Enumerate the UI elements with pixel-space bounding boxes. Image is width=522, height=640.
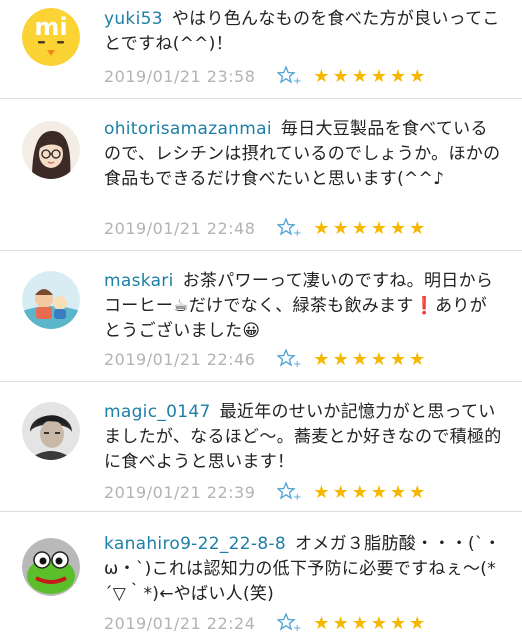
star-icon: ★ bbox=[313, 217, 333, 239]
star-icon: ★ bbox=[389, 612, 410, 634]
comment-meta: 2019/01/21 22:39 + ★★★★★★ bbox=[104, 480, 428, 504]
star-icon: ★ bbox=[332, 348, 352, 370]
username-link[interactable]: yuki53 bbox=[104, 9, 163, 29]
star-icon: ★ bbox=[389, 65, 410, 87]
star-rating: ★★★★★★ bbox=[313, 482, 428, 503]
star-icon: ★ bbox=[351, 481, 371, 503]
add-star-icon[interactable]: + bbox=[276, 612, 302, 634]
comment-meta: 2019/01/21 23:58 + ★★★★★★ bbox=[104, 64, 428, 88]
star-icon: ★ bbox=[313, 612, 333, 634]
comment-item: mi yuki53 やはり色んなものを食べた方が良いってことですね(^^)！ 20… bbox=[0, 0, 522, 99]
comment-text-block: yuki53 やはり色んなものを食べた方が良いってことですね(^^)！ bbox=[104, 7, 504, 57]
username-link[interactable]: kanahiro9-22_22-8-8 bbox=[104, 534, 286, 554]
star-icon: ★ bbox=[409, 348, 429, 370]
star-icon: ★ bbox=[409, 612, 429, 634]
add-star-icon[interactable]: + bbox=[276, 481, 302, 503]
svg-text:+: + bbox=[293, 623, 301, 633]
comment-meta: 2019/01/21 22:46 + ★★★★★★ bbox=[104, 347, 428, 371]
photo-person-avatar-icon[interactable] bbox=[22, 402, 80, 460]
mi-bird-avatar-icon[interactable]: mi bbox=[22, 8, 80, 66]
svg-text:+: + bbox=[293, 359, 301, 369]
add-star-icon[interactable]: + bbox=[276, 65, 302, 87]
add-star-icon[interactable]: + bbox=[276, 348, 302, 370]
star-icon: ★ bbox=[389, 481, 410, 503]
green-character-avatar-icon[interactable] bbox=[22, 538, 80, 596]
username-link[interactable]: magic_0147 bbox=[104, 402, 211, 422]
star-icon: ★ bbox=[351, 612, 371, 634]
star-icon: ★ bbox=[351, 348, 371, 370]
star-icon: ★ bbox=[370, 481, 390, 503]
svg-text:mi: mi bbox=[34, 13, 67, 41]
comment-text-block: maskari お茶パワーって凄いのですね。明日からコーヒー☕だけでなく、緑茶も飲… bbox=[104, 269, 504, 344]
star-icon: ★ bbox=[409, 217, 429, 239]
comment-text-block: ohitorisamazanmai 毎日大豆製品を食べているので、レシチンは摂れて… bbox=[104, 117, 504, 192]
add-star-icon[interactable]: + bbox=[276, 217, 302, 239]
star-icon: ★ bbox=[332, 65, 352, 87]
woman-glasses-avatar-icon[interactable] bbox=[22, 121, 80, 179]
timestamp: 2019/01/21 22:24 bbox=[104, 613, 256, 633]
comment-item: maskari お茶パワーって凄いのですね。明日からコーヒー☕だけでなく、緑茶も飲… bbox=[0, 251, 522, 382]
comment-text-block: kanahiro9-22_22-8-8 オメガ３脂肪酸・・・(`・ω・`)これは認… bbox=[104, 532, 504, 607]
star-icon: ★ bbox=[313, 481, 333, 503]
comment-text-block: magic_0147 最近年のせいか記憶力がと思っていましたが、なるほど～。蕎麦と… bbox=[104, 400, 504, 475]
svg-text:+: + bbox=[293, 76, 301, 86]
timestamp: 2019/01/21 23:58 bbox=[104, 66, 256, 86]
comment-meta: 2019/01/21 22:48 + ★★★★★★ bbox=[104, 216, 428, 240]
star-icon: ★ bbox=[370, 65, 390, 87]
timestamp: 2019/01/21 22:39 bbox=[104, 482, 256, 502]
star-rating: ★★★★★★ bbox=[313, 66, 428, 87]
comment-item: magic_0147 最近年のせいか記憶力がと思っていましたが、なるほど～。蕎麦と… bbox=[0, 382, 522, 512]
star-icon: ★ bbox=[409, 481, 429, 503]
svg-text:+: + bbox=[293, 492, 301, 502]
timestamp: 2019/01/21 22:48 bbox=[104, 218, 256, 238]
star-icon: ★ bbox=[351, 65, 371, 87]
star-icon: ★ bbox=[332, 612, 352, 634]
svg-text:+: + bbox=[293, 228, 301, 238]
username-link[interactable]: maskari bbox=[104, 271, 174, 291]
star-icon: ★ bbox=[370, 612, 390, 634]
comment-meta: 2019/01/21 22:24 + ★★★★★★ bbox=[104, 611, 428, 635]
comment-body: やはり色んなものを食べた方が良いってことですね(^^)！ bbox=[104, 9, 500, 54]
star-icon: ★ bbox=[389, 348, 410, 370]
timestamp: 2019/01/21 22:46 bbox=[104, 349, 256, 369]
star-icon: ★ bbox=[370, 217, 390, 239]
cartoon-avatar-icon[interactable] bbox=[22, 271, 80, 329]
star-rating: ★★★★★★ bbox=[313, 349, 428, 370]
star-icon: ★ bbox=[313, 348, 333, 370]
comment-item: ohitorisamazanmai 毎日大豆製品を食べているので、レシチンは摂れて… bbox=[0, 99, 522, 251]
star-rating: ★★★★★★ bbox=[313, 613, 428, 634]
star-icon: ★ bbox=[389, 217, 410, 239]
username-link[interactable]: ohitorisamazanmai bbox=[104, 119, 272, 139]
star-icon: ★ bbox=[332, 217, 352, 239]
star-icon: ★ bbox=[351, 217, 371, 239]
star-icon: ★ bbox=[370, 348, 390, 370]
star-icon: ★ bbox=[332, 481, 352, 503]
comment-item: kanahiro9-22_22-8-8 オメガ３脂肪酸・・・(`・ω・`)これは認… bbox=[0, 512, 522, 640]
star-icon: ★ bbox=[313, 65, 333, 87]
star-rating: ★★★★★★ bbox=[313, 218, 428, 239]
star-icon: ★ bbox=[409, 65, 429, 87]
